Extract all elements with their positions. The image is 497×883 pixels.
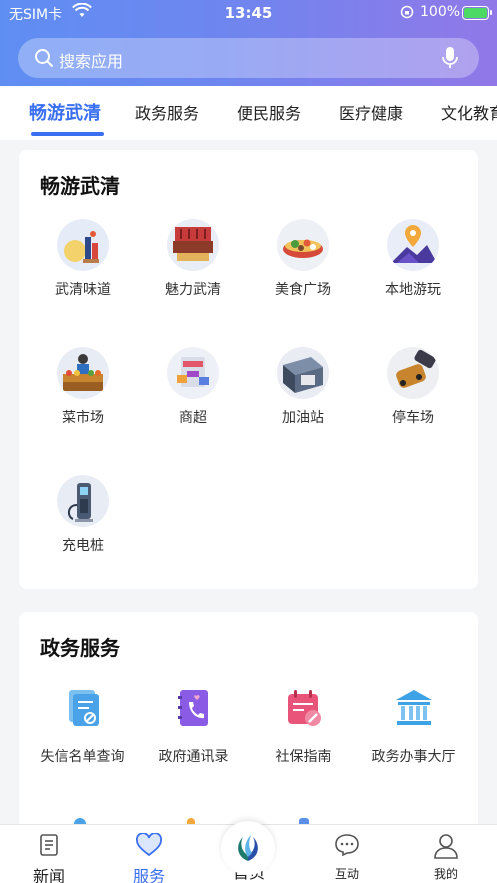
grid-item-parking-lot[interactable]: 停车场 [358, 347, 468, 427]
tab-convenience-services[interactable]: 便民服务 [237, 100, 301, 124]
news-icon [40, 834, 58, 856]
nav-interaction[interactable]: 互动 [307, 833, 387, 882]
gov-item-label: 政府通讯录 [158, 749, 229, 765]
grid-item-label: 充电桩 [62, 538, 104, 554]
blacklist-query-icon [63, 688, 103, 728]
food-fruit-icon [57, 219, 109, 271]
nav-services[interactable]: 服务 [109, 832, 189, 883]
location-pin-icon [387, 219, 439, 271]
tab-changyou-wuqing[interactable]: 畅游武清 [29, 99, 101, 125]
home-logo-icon [221, 821, 275, 875]
search-bar[interactable]: 搜索应用 [18, 38, 479, 78]
gov-item-label: 政务办事大厅 [371, 749, 456, 765]
grid-item-label: 加油站 [282, 410, 324, 426]
tab-government-services[interactable]: 政务服务 [135, 100, 199, 124]
grid-item-label: 魅力武清 [165, 282, 221, 298]
gov-item-label: 社保指南 [275, 749, 332, 765]
supermarket-icon [167, 347, 219, 399]
nav-home[interactable]: 首页 [209, 821, 289, 883]
grid-item-label: 菜市场 [62, 410, 104, 426]
battery-percent: 100% [420, 4, 461, 20]
phone-book-icon [174, 688, 214, 728]
category-tabs: 畅游武清 政务服务 便民服务 医疗健康 文化教育 [0, 86, 497, 140]
nav-label: 服务 [132, 867, 165, 883]
grid-item-food-plaza[interactable]: 美食广场 [248, 219, 358, 299]
calendar-edit-icon [284, 688, 324, 728]
battery-icon [462, 6, 492, 20]
active-tab-indicator [31, 132, 104, 136]
nav-label: 我的 [433, 867, 458, 881]
grid-item-gas-station[interactable]: 加油站 [248, 347, 358, 427]
grid-item-local-tour[interactable]: 本地游玩 [358, 219, 468, 299]
tab-medical-health[interactable]: 医疗健康 [339, 100, 403, 124]
grid-item-label: 停车场 [392, 410, 434, 426]
parking-car-icon [387, 347, 439, 399]
nav-mine[interactable]: 我的 [406, 833, 486, 882]
grid-item-label: 武清味道 [55, 282, 111, 298]
grid-item-vegetable-market[interactable]: 菜市场 [28, 347, 138, 427]
tab-culture-education[interactable]: 文化教育 [441, 100, 497, 124]
gov-item-social-security-guide[interactable]: 社保指南 [246, 688, 361, 766]
government-building-icon [394, 688, 434, 728]
header: 无SIM卡 13:45 100% 搜索应用 [0, 0, 497, 86]
user-icon [434, 834, 458, 859]
government-section: 政务服务 失信名单查询 政府通讯录 社保指南 政务办事大厅 [19, 612, 478, 842]
grid-item-charging-pile[interactable]: 充电桩 [28, 475, 138, 555]
charging-pile-icon [57, 475, 109, 527]
grid-item-wuqing-flavor[interactable]: 武清味道 [28, 219, 138, 299]
status-bar: 无SIM卡 13:45 100% [0, 0, 497, 26]
gas-station-icon [277, 347, 329, 399]
nav-label: 新闻 [32, 867, 65, 883]
grid-item-label: 本地游玩 [385, 282, 441, 298]
microphone-icon[interactable] [441, 46, 459, 74]
theater-icon [167, 219, 219, 271]
gov-item-government-hall[interactable]: 政务办事大厅 [356, 688, 471, 766]
gov-item-government-directory[interactable]: 政府通讯录 [136, 688, 251, 766]
rotation-lock-icon [400, 5, 414, 23]
food-bowl-icon [277, 219, 329, 271]
gov-item-label: 失信名单查询 [40, 749, 125, 765]
section-title: 畅游武清 [40, 174, 120, 198]
search-input[interactable]: 搜索应用 [59, 48, 123, 72]
grid-item-charm-wuqing[interactable]: 魅力武清 [138, 219, 248, 299]
market-stall-icon [57, 347, 109, 399]
search-icon [34, 48, 54, 72]
changyou-section: 畅游武清 武清味道 魅力武清 美食广场 本地游玩 菜市场 商超 加油站 停车场 … [19, 150, 478, 589]
nav-label: 互动 [334, 867, 359, 881]
grid-item-label: 美食广场 [275, 282, 331, 298]
section-title: 政务服务 [40, 636, 120, 660]
bottom-nav: 新闻 服务 首页 互动 我的 [0, 821, 497, 883]
heart-icon [136, 832, 162, 857]
chat-bubble-icon [335, 834, 359, 857]
grid-item-supermarket[interactable]: 商超 [138, 347, 248, 427]
gov-item-blacklist-query[interactable]: 失信名单查询 [25, 688, 140, 766]
grid-item-label: 商超 [179, 410, 207, 426]
nav-news[interactable]: 新闻 [9, 833, 89, 883]
